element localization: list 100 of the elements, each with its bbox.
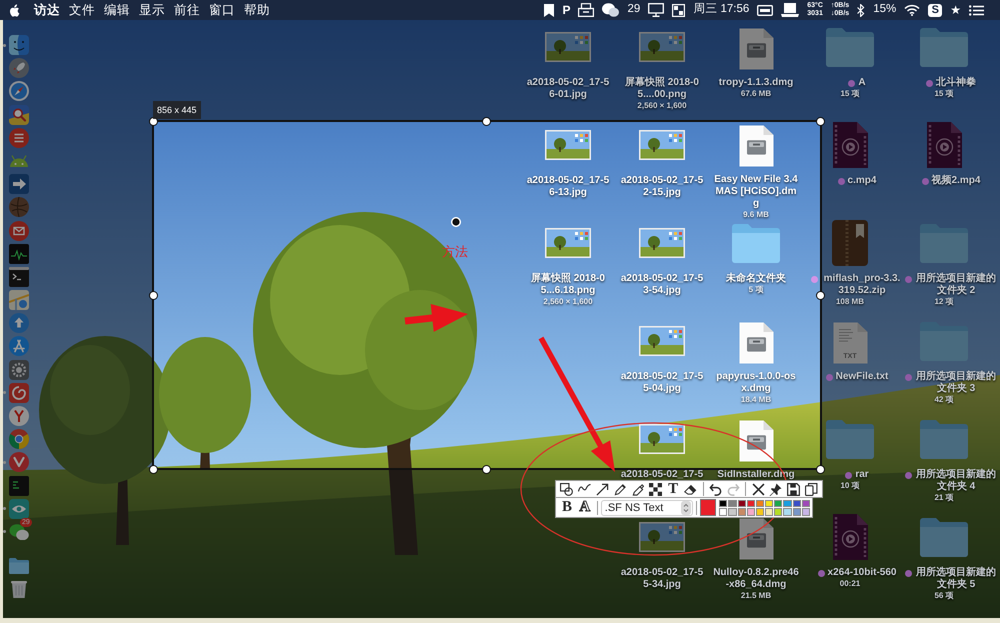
- upload-icon[interactable]: [9, 313, 29, 334]
- swirl-icon[interactable]: [9, 382, 29, 403]
- file-name[interactable]: NewFile.txt: [836, 371, 888, 383]
- file-name[interactable]: miflash_pro-3.3.319.52.zip: [821, 273, 903, 297]
- menu-item[interactable]: 编辑: [104, 0, 130, 20]
- mosaic-tool-button[interactable]: [646, 481, 664, 497]
- status-tile[interactable]: S: [928, 4, 942, 16]
- shape-tool-button[interactable]: [558, 481, 576, 497]
- file-name[interactable]: a2018-05-02_17-55-34.jpg: [619, 567, 705, 591]
- lines-disc-icon[interactable]: [9, 128, 29, 148]
- palette-swatch-icon[interactable]: [792, 500, 801, 507]
- palette-swatch-icon[interactable]: [792, 508, 801, 516]
- palette-swatch-icon[interactable]: [774, 500, 782, 507]
- disk-file-icon[interactable]: [738, 125, 774, 167]
- menu-item[interactable]: 显示: [139, 0, 165, 20]
- image-file-icon[interactable]: [639, 326, 685, 356]
- status-text[interactable]: 15%: [873, 1, 896, 19]
- palette-swatch-icon[interactable]: [719, 500, 728, 507]
- palette-swatch-icon[interactable]: [738, 500, 746, 507]
- image-file-icon[interactable]: [545, 130, 591, 160]
- video-file-icon[interactable]: [832, 122, 868, 168]
- chat-bubbles-icon[interactable]: [602, 3, 620, 17]
- palette-swatch-icon[interactable]: [783, 500, 792, 507]
- image-file-icon[interactable]: [639, 522, 685, 552]
- undo-tool-button[interactable]: [706, 481, 724, 497]
- file-name[interactable]: 屏幕快照 2018-05....00.png: [619, 77, 705, 101]
- graph-screen-icon[interactable]: [9, 244, 29, 264]
- fork-disc-icon[interactable]: [9, 406, 29, 426]
- menu-item[interactable]: 文件: [69, 0, 95, 20]
- outline-button[interactable]: A: [576, 500, 594, 516]
- palette-swatch-icon[interactable]: [774, 508, 782, 516]
- file-name[interactable]: a2018-05-02_17-5: [620, 469, 704, 481]
- list-icon[interactable]: [969, 4, 984, 16]
- eye-icon[interactable]: [9, 498, 29, 519]
- wifi-icon[interactable]: [904, 4, 920, 16]
- arrow-tile-icon[interactable]: [9, 174, 29, 194]
- bold-button[interactable]: B: [558, 500, 576, 516]
- file-name[interactable]: 用所选项目新建的文件夹 2: [915, 273, 997, 297]
- video-file-icon[interactable]: [832, 514, 868, 560]
- palette-swatch-icon[interactable]: [719, 508, 728, 516]
- save-tool-button[interactable]: [784, 481, 802, 497]
- window-grid-icon[interactable]: [672, 4, 686, 16]
- status-glyph[interactable]: P: [562, 1, 570, 19]
- tray-icon[interactable]: [578, 3, 594, 17]
- image-file-icon[interactable]: [639, 424, 685, 454]
- image-file-icon[interactable]: [639, 130, 685, 160]
- menu-item[interactable]: 窗口: [209, 0, 235, 20]
- folder-icon[interactable]: [9, 558, 29, 574]
- font-dropdown[interactable]: .SF NS Text: [600, 500, 694, 516]
- status-text[interactable]: 29: [627, 1, 640, 19]
- folder-icon[interactable]: [920, 517, 968, 557]
- copy-tool-button[interactable]: [802, 481, 820, 497]
- text-tool-button[interactable]: T: [664, 481, 682, 497]
- status-glyph[interactable]: ★: [950, 1, 961, 19]
- monitor-icon[interactable]: [648, 3, 664, 17]
- smiley-tile-icon[interactable]: [9, 35, 29, 55]
- palette-swatch-icon[interactable]: [765, 508, 774, 516]
- stepper-icon[interactable]: [681, 500, 692, 514]
- file-name[interactable]: a2018-05-02_17-56-01.jpg: [525, 77, 611, 101]
- palette-swatch-icon[interactable]: [738, 508, 746, 516]
- bluetooth-icon[interactable]: [857, 4, 866, 16]
- chevron-disc-icon[interactable]: [9, 452, 29, 472]
- laptop-icon[interactable]: [781, 3, 800, 17]
- disk-file-icon[interactable]: [738, 28, 774, 70]
- file-name[interactable]: 用所选项目新建的文件夹 4: [915, 469, 997, 493]
- palette-swatch-icon[interactable]: [802, 500, 810, 507]
- robot-head-icon[interactable]: [9, 154, 29, 168]
- zip-archive-icon[interactable]: [832, 220, 868, 266]
- file-name[interactable]: rar: [855, 469, 869, 481]
- file-name[interactable]: A: [858, 77, 866, 89]
- file-name[interactable]: 视频2.mp4: [932, 175, 980, 187]
- palette-swatch-icon[interactable]: [746, 508, 755, 516]
- tools-disc-icon[interactable]: [9, 336, 29, 356]
- menu-item[interactable]: 访达: [34, 0, 60, 20]
- arrow-annotation[interactable]: [538, 336, 615, 472]
- file-name[interactable]: c.mp4: [848, 175, 876, 187]
- menu-item[interactable]: 前往: [174, 0, 200, 20]
- palette-swatch-icon[interactable]: [756, 508, 764, 516]
- selection-frame[interactable]: [152, 120, 822, 470]
- card-icon[interactable]: [757, 4, 774, 16]
- current-color-icon[interactable]: [700, 499, 716, 516]
- trash-icon[interactable]: [9, 580, 29, 598]
- file-name[interactable]: tropy-1.1.3.dmg: [718, 77, 794, 89]
- palette-swatch-icon[interactable]: [802, 508, 810, 516]
- apple-icon[interactable]: [9, 4, 20, 16]
- video-file-icon[interactable]: [926, 122, 962, 168]
- console-icon[interactable]: [9, 476, 29, 496]
- disk-file-icon[interactable]: [738, 322, 774, 364]
- file-name[interactable]: 用所选项目新建的文件夹 5: [915, 567, 997, 591]
- image-file-icon[interactable]: [545, 228, 591, 258]
- palette-swatch-icon[interactable]: [756, 500, 764, 507]
- rocket-icon[interactable]: [9, 58, 29, 78]
- tricolor-ring-icon[interactable]: [9, 429, 29, 450]
- image-file-icon[interactable]: [545, 32, 591, 62]
- gear-icon[interactable]: [9, 360, 29, 380]
- compass-icon[interactable]: [9, 81, 29, 102]
- file-name[interactable]: a2018-05-02_17-52-15.jpg: [619, 175, 705, 199]
- image-file-icon[interactable]: [639, 32, 685, 62]
- file-name[interactable]: Easy New File 3.4 MAS [HCiSO].dmg: [713, 174, 799, 210]
- file-name[interactable]: Nulloy-0.8.2.pre46-x86_64.dmg: [713, 567, 799, 591]
